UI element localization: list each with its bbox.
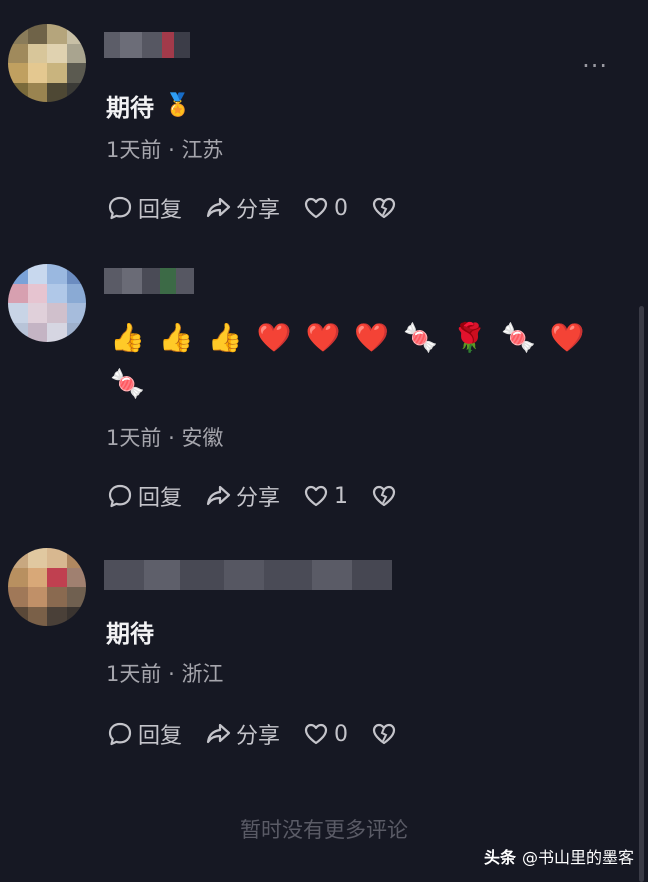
watermark-handle: @书山里的墨客 bbox=[521, 848, 634, 867]
avatar[interactable] bbox=[8, 264, 86, 342]
reply-label: 回复 bbox=[138, 724, 183, 749]
username-blurred[interactable] bbox=[104, 268, 194, 294]
comment-text: 期待 🏅 bbox=[106, 88, 191, 123]
emoji-comment: 👍 👍 👍 ❤️ ❤️ ❤️ 🍬 🌹 🍬 ❤️ 🍬 bbox=[110, 320, 590, 402]
medal-emoji: 🏅 bbox=[164, 93, 192, 118]
reply-button[interactable]: 回复 bbox=[106, 718, 182, 750]
comment-time: 1天前 bbox=[106, 662, 162, 686]
avatar[interactable] bbox=[8, 548, 86, 626]
comment-location: 安徽 bbox=[181, 426, 224, 450]
share-button[interactable]: 分享 bbox=[204, 192, 280, 224]
like-count: 1 bbox=[334, 483, 349, 509]
comment-text-content: 期待 bbox=[106, 94, 154, 122]
comment-actions: 回复 分享 0 bbox=[106, 192, 420, 224]
broken-heart-icon bbox=[372, 485, 396, 507]
comment-time: 1天前 bbox=[106, 426, 162, 450]
username-blurred[interactable] bbox=[104, 32, 190, 58]
thumbs-up-emoji: 👍 bbox=[207, 321, 243, 354]
heart-emoji: ❤️ bbox=[256, 321, 292, 354]
reply-icon bbox=[108, 196, 132, 220]
like-button[interactable]: 1 bbox=[302, 482, 348, 510]
comment-actions: 回复 分享 0 bbox=[106, 718, 420, 750]
heart-emoji: ❤️ bbox=[305, 321, 341, 354]
candy-emoji: 🍬 bbox=[110, 367, 145, 400]
share-button[interactable]: 分享 bbox=[204, 718, 280, 750]
like-button[interactable]: 0 bbox=[302, 194, 348, 222]
dislike-button[interactable] bbox=[370, 482, 398, 510]
comment-meta: 1天前 · 江苏 bbox=[106, 134, 223, 164]
reply-button[interactable]: 回复 bbox=[106, 480, 182, 512]
avatar[interactable] bbox=[8, 24, 86, 102]
reply-label: 回复 bbox=[138, 486, 183, 511]
share-label: 分享 bbox=[236, 198, 281, 223]
heart-icon bbox=[304, 197, 328, 219]
comment-location: 江苏 bbox=[181, 138, 224, 162]
reply-icon bbox=[108, 722, 132, 746]
like-count: 0 bbox=[334, 195, 349, 221]
comment-meta: 1天前 · 浙江 bbox=[106, 658, 223, 688]
like-button[interactable]: 0 bbox=[302, 720, 348, 748]
thumbs-up-emoji: 👍 bbox=[110, 321, 145, 354]
comment-actions: 回复 分享 1 bbox=[106, 480, 420, 512]
comment-text: 期待 bbox=[106, 614, 154, 649]
scrollbar[interactable] bbox=[639, 306, 644, 882]
dislike-button[interactable] bbox=[370, 720, 398, 748]
comment-meta: 1天前 · 安徽 bbox=[106, 422, 223, 452]
meta-separator: · bbox=[168, 138, 175, 162]
heart-icon bbox=[304, 485, 328, 507]
more-icon[interactable]: ··· bbox=[582, 52, 608, 80]
rose-emoji: 🌹 bbox=[452, 321, 487, 354]
meta-separator: · bbox=[168, 426, 175, 450]
share-icon bbox=[206, 485, 231, 506]
broken-heart-icon bbox=[372, 197, 396, 219]
share-icon bbox=[206, 197, 231, 218]
watermark-brand: 头条 bbox=[483, 848, 516, 867]
reply-button[interactable]: 回复 bbox=[106, 192, 182, 224]
broken-heart-icon bbox=[372, 723, 396, 745]
comment-text-content: 期待 bbox=[106, 620, 154, 648]
candy-emoji: 🍬 bbox=[403, 321, 439, 354]
share-label: 分享 bbox=[236, 486, 281, 511]
share-label: 分享 bbox=[236, 724, 281, 749]
username-blurred[interactable] bbox=[104, 560, 392, 590]
meta-separator: · bbox=[168, 662, 175, 686]
dislike-button[interactable] bbox=[370, 194, 398, 222]
heart-emoji: ❤️ bbox=[549, 321, 585, 354]
comment-location: 浙江 bbox=[181, 662, 224, 686]
comment-time: 1天前 bbox=[106, 138, 162, 162]
watermark: 头条 @书山里的墨客 bbox=[484, 844, 634, 868]
share-button[interactable]: 分享 bbox=[204, 480, 280, 512]
share-icon bbox=[206, 723, 231, 744]
heart-emoji: ❤️ bbox=[354, 321, 390, 354]
reply-icon bbox=[108, 484, 132, 508]
like-count: 0 bbox=[334, 721, 349, 747]
candy-emoji: 🍬 bbox=[501, 321, 536, 354]
heart-icon bbox=[304, 723, 328, 745]
reply-label: 回复 bbox=[138, 198, 183, 223]
no-more-comments: 暂时没有更多评论 bbox=[240, 818, 408, 842]
thumbs-up-emoji: 👍 bbox=[158, 321, 194, 354]
